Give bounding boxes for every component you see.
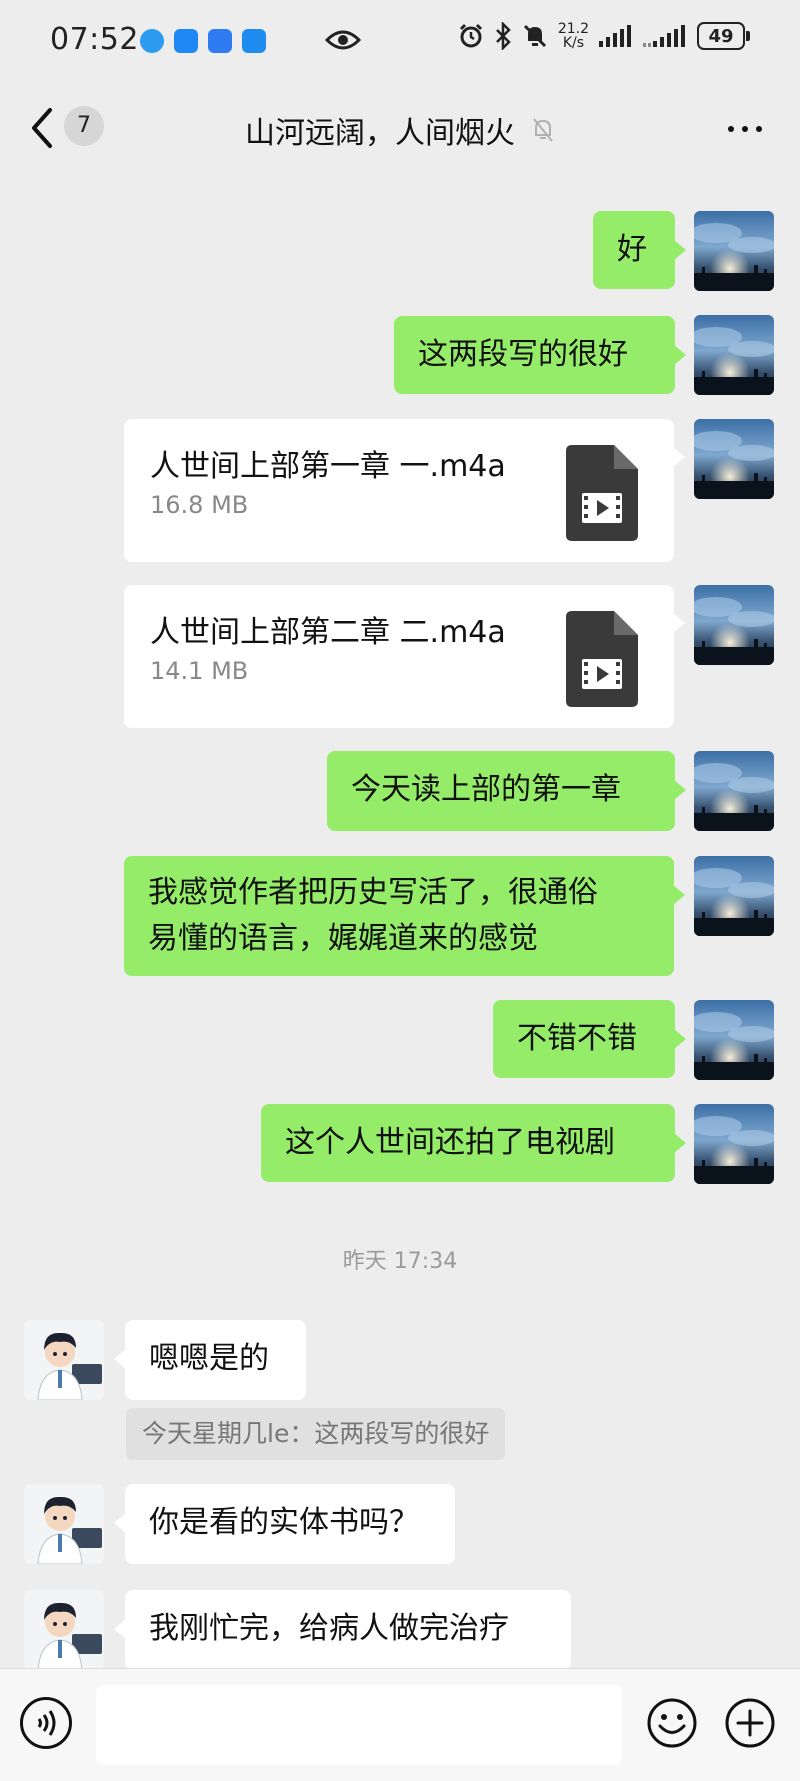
self-avatar[interactable] (694, 419, 774, 499)
mute-bell-icon (523, 24, 546, 48)
message-bubble[interactable]: 今天读上部的第一章 (327, 751, 675, 831)
battery-icon: 49 (697, 22, 750, 50)
input-bar (0, 1668, 800, 1781)
self-avatar[interactable] (694, 585, 774, 665)
plus-icon[interactable] (724, 1697, 776, 1749)
notification-icons (140, 29, 266, 53)
status-bar: 07:52 21.2 K/s 49 (0, 0, 800, 84)
message-text: 我刚忙完，给病人做完治疗 (149, 1611, 509, 1646)
status-time: 07:52 (50, 22, 139, 57)
signal-icon-2 (643, 25, 685, 47)
alarm-icon (459, 23, 482, 48)
contact-avatar[interactable] (24, 1484, 104, 1564)
quoted-reply[interactable]: 今天星期几le：这两段写的很好 (126, 1408, 506, 1460)
message-text: 好 (617, 232, 647, 267)
self-avatar[interactable] (694, 315, 774, 395)
message-bubble[interactable]: 我刚忙完，给病人做完治疗 (125, 1590, 571, 1670)
file-card[interactable]: 人世间上部第二章 二.m4a 14.1 MB (124, 585, 674, 728)
chat-title: 山河远阔，人间烟火 (245, 116, 515, 151)
file-size: 14.1 MB (150, 657, 249, 685)
network-speed: 21.2 K/s (558, 22, 589, 50)
message-bubble[interactable]: 这个人世间还拍了电视剧 (261, 1104, 675, 1182)
more-options-icon[interactable] (728, 126, 762, 132)
message-text-line: 易懂的语言，娓娓道来的感觉 (148, 921, 538, 956)
message-bubble[interactable]: 我感觉作者把历史写活了，很通俗 易懂的语言，娓娓道来的感觉 (124, 856, 674, 976)
file-size: 16.8 MB (150, 491, 249, 519)
self-avatar[interactable] (694, 211, 774, 291)
message-text-line: 我感觉作者把历史写活了，很通俗 (148, 875, 598, 910)
video-file-icon (566, 611, 638, 707)
bluetooth-icon (495, 22, 511, 50)
weather-app-icon (174, 29, 198, 53)
message-bubble[interactable]: 不错不错 (493, 1000, 675, 1078)
message-bubble[interactable]: 这两段写的很好 (394, 316, 675, 394)
file-name: 人世间上部第一章 一.m4a (150, 449, 506, 484)
message-text: 你是看的实体书吗？ (149, 1505, 419, 1540)
self-avatar[interactable] (694, 1104, 774, 1184)
message-bubble[interactable]: 好 (593, 211, 675, 289)
message-text: 不错不错 (517, 1021, 637, 1056)
chat-header: 7 山河远阔，人间烟火 (0, 84, 800, 174)
self-avatar[interactable] (694, 1000, 774, 1080)
eye-icon (325, 30, 361, 50)
chat-title-wrap: 山河远阔，人间烟火 (0, 108, 800, 152)
tips-app-icon (208, 29, 232, 53)
message-text: 这个人世间还拍了电视剧 (285, 1125, 615, 1160)
search-app-icon (242, 29, 266, 53)
message-text: 这两段写的很好 (418, 337, 628, 372)
net-speed-value: 21.2 (557, 21, 589, 37)
chat-timestamp: 昨天 17:34 (342, 1249, 458, 1274)
message-input[interactable] (96, 1685, 622, 1765)
mute-icon (533, 118, 553, 142)
file-card[interactable]: 人世间上部第一章 一.m4a 16.8 MB (124, 419, 674, 562)
contact-avatar[interactable] (24, 1590, 104, 1670)
video-file-icon (566, 445, 638, 541)
self-avatar[interactable] (694, 751, 774, 831)
message-bubble[interactable]: 嗯嗯是的 (125, 1320, 306, 1400)
self-avatar[interactable] (694, 856, 774, 936)
file-name: 人世间上部第二章 二.m4a (150, 615, 506, 650)
browser-app-icon (140, 29, 164, 53)
net-speed-unit: K/s (562, 35, 585, 51)
battery-level: 49 (697, 22, 745, 50)
signal-icon (599, 25, 631, 47)
voice-input-icon[interactable] (20, 1697, 72, 1749)
emoji-icon[interactable] (646, 1697, 698, 1749)
message-text: 今天读上部的第一章 (351, 772, 621, 807)
message-text: 嗯嗯是的 (149, 1341, 269, 1376)
message-bubble[interactable]: 你是看的实体书吗？ (125, 1484, 455, 1564)
contact-avatar[interactable] (24, 1320, 104, 1400)
